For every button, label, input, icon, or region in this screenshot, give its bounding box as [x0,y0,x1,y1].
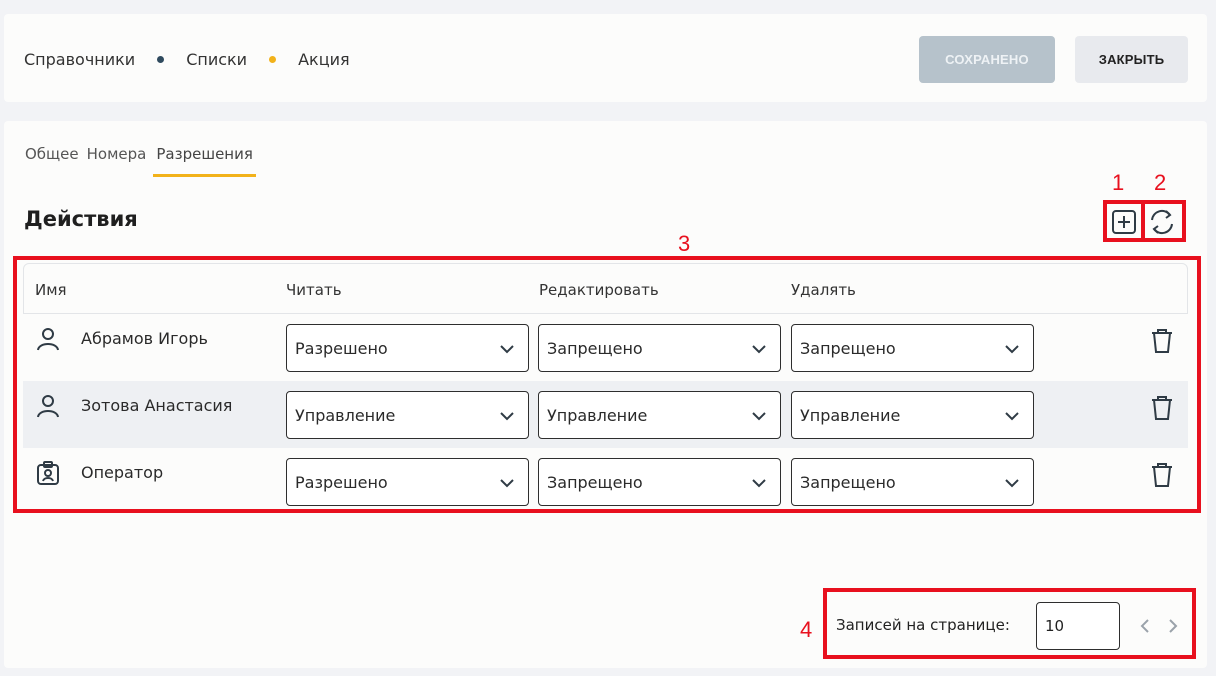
plus-square-icon [1112,210,1136,234]
edit-permission-select[interactable]: Запрещено [538,324,781,372]
select-value: Управление [547,405,648,425]
refresh-button[interactable] [1145,205,1179,239]
edit-permission-select[interactable]: Управление [538,391,781,439]
column-header-edit: Редактировать [539,281,659,299]
chevron-down-icon [1005,345,1019,354]
select-value: Управление [800,405,901,425]
delete-permission-select[interactable]: Запрещено [791,458,1034,506]
delete-permission-select[interactable]: Запрещено [791,324,1034,372]
chevron-down-icon [752,412,766,421]
read-permission-select[interactable]: Разрешено [286,458,529,506]
read-permission-select[interactable]: Управление [286,391,529,439]
close-button[interactable]: ЗАКРЫТЬ [1075,36,1188,83]
table-header: Имя Читать Редактировать Удалять [23,263,1188,314]
trash-icon[interactable] [1150,328,1174,354]
annotation-number: 1 [1112,170,1125,195]
annotation-number: 3 [678,231,691,256]
breadcrumb-item-directories[interactable]: Справочники [24,50,135,69]
badge-icon [37,461,59,485]
section-title: Действия [24,207,138,231]
user-icon [37,328,59,351]
saved-button[interactable]: СОХРАНЕНО [919,36,1055,83]
delete-permission-select[interactable]: Управление [791,391,1034,439]
select-value: Запрещено [800,472,896,492]
chevron-down-icon [1005,412,1019,421]
table-row: Зотова Анастасия Управление Управление У… [23,381,1188,448]
column-header-name: Имя [35,281,67,299]
breadcrumb: Справочники Списки Акция [24,48,350,70]
annotation-number: 2 [1154,170,1167,195]
row-name: Оператор [81,463,164,482]
tab-numbers[interactable]: Номера [86,143,148,177]
tab-permissions[interactable]: Разрешения [153,143,256,177]
select-value: Разрешено [295,472,388,492]
select-value: Запрещено [547,338,643,358]
chevron-down-icon [752,479,766,488]
chevron-down-icon [500,345,514,354]
table-row: Оператор Разрешено Запрещено Запрещено [23,448,1188,515]
chevron-down-icon [1005,479,1019,488]
edit-permission-select[interactable]: Запрещено [538,458,781,506]
column-header-read: Читать [286,281,342,299]
refresh-icon [1151,209,1173,235]
trash-icon[interactable] [1150,462,1174,488]
select-value: Разрешено [295,338,388,358]
annotation-number: 4 [800,617,813,642]
breadcrumb-separator-dot [269,55,277,63]
chevron-left-icon[interactable] [1137,616,1153,636]
select-value: Запрещено [800,338,896,358]
chevron-right-icon[interactable] [1165,616,1181,636]
select-value: Запрещено [547,472,643,492]
table-row: Абрамов Игорь Разрешено Запрещено Запрещ… [23,314,1188,381]
select-value: Управление [295,405,396,425]
trash-icon[interactable] [1150,395,1174,421]
page-size-input[interactable] [1036,602,1120,650]
top-bar: Справочники Списки Акция СОХРАНЕНО ЗАКРЫ… [4,14,1207,102]
add-button[interactable] [1107,205,1141,239]
tab-general[interactable]: Общее [24,143,80,177]
breadcrumb-item-promo: Акция [298,49,350,69]
breadcrumb-separator-dot [157,55,165,63]
chevron-down-icon [752,345,766,354]
page-size-label: Записей на странице: [836,616,1010,634]
row-name: Абрамов Игорь [81,329,208,348]
read-permission-select[interactable]: Разрешено [286,324,529,372]
tab-bar: Общее Номера Разрешения [24,143,262,177]
chevron-down-icon [500,412,514,421]
column-header-delete: Удалять [791,281,856,299]
user-icon [37,395,59,418]
breadcrumb-item-lists[interactable]: Списки [186,50,247,69]
row-name: Зотова Анастасия [81,396,233,415]
chevron-down-icon [500,479,514,488]
